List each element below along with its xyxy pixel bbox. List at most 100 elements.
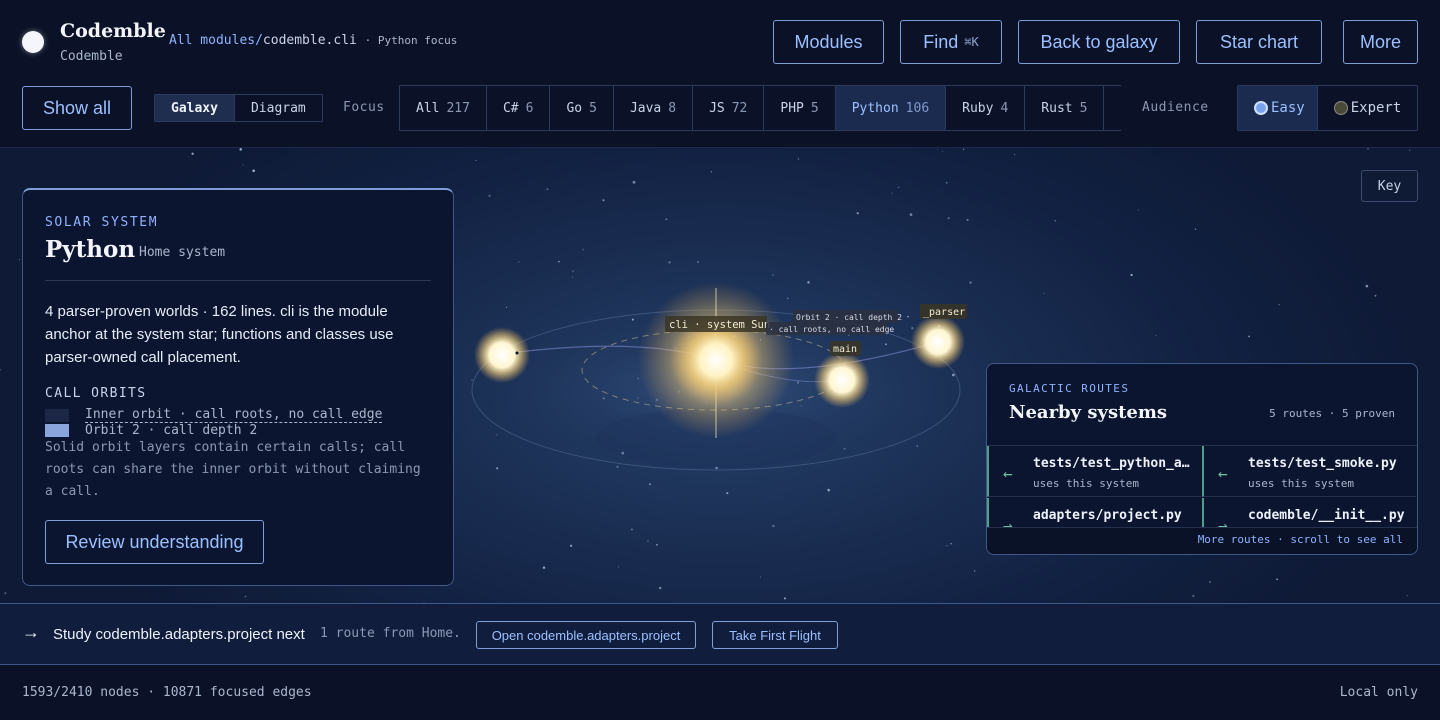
show-all-button[interactable]: Show all xyxy=(22,86,132,130)
star xyxy=(617,566,620,568)
top-header: Codemble Codemble All modules/codemble.c… xyxy=(0,0,1440,84)
inner-orbit-label: · call roots, no call edge xyxy=(769,325,894,334)
lang-tab-count: 5 xyxy=(810,100,819,116)
review-understanding-button[interactable]: Review understanding xyxy=(45,520,264,564)
logo-icon[interactable] xyxy=(22,31,44,53)
audience-expert-option[interactable]: Expert xyxy=(1316,86,1414,130)
star xyxy=(974,570,976,572)
lang-tab-all[interactable]: All 217 xyxy=(400,86,487,130)
legend-swatch xyxy=(45,423,69,437)
lang-tab-name: Java xyxy=(629,100,662,116)
star xyxy=(726,492,729,495)
app-subtitle: Codemble xyxy=(60,49,123,64)
star xyxy=(0,368,2,371)
star xyxy=(582,248,584,251)
star xyxy=(632,180,636,184)
route-item[interactable]: ← tests/test_python_adapter.py uses this… xyxy=(987,446,1201,497)
inner-orbit-label-tag: · call roots, no call edge xyxy=(766,322,894,335)
breadcrumb-separator: / xyxy=(255,33,263,48)
star xyxy=(569,544,573,547)
lang-tab-count: 72 xyxy=(731,100,748,116)
lang-tab-ruby[interactable]: Ruby 4 xyxy=(946,86,1026,130)
route-item[interactable]: ← tests/test_smoke.py uses this system xyxy=(1202,446,1416,497)
star xyxy=(572,270,575,273)
star xyxy=(772,524,775,528)
find-shortcut: ⌘K xyxy=(964,35,979,49)
star xyxy=(1137,209,1140,211)
star xyxy=(772,274,774,276)
star xyxy=(962,148,965,150)
star xyxy=(1248,335,1250,338)
galaxy-canvas[interactable]: cli · system Sun main _parser Orbit 2 · … xyxy=(0,148,1440,603)
star xyxy=(1367,148,1369,150)
legend-orbit-2: Orbit 2 · call depth 2 xyxy=(45,423,257,438)
legend-inner-orbit: Inner orbit · call roots, no call edge xyxy=(45,407,383,423)
lang-tab-name: All xyxy=(416,100,440,116)
star xyxy=(783,597,786,600)
star xyxy=(827,488,831,492)
lang-tab-go[interactable]: Go 5 xyxy=(550,86,614,130)
parser-label-tag: _parser xyxy=(920,304,967,319)
open-module-button[interactable]: Open codemble.adapters.project xyxy=(476,621,696,649)
lang-tab-js[interactable]: JS 72 xyxy=(693,86,765,130)
star xyxy=(907,315,909,318)
breadcrumb-all-modules-link[interactable]: All modules xyxy=(169,33,255,48)
galactic-routes-panel: GALACTIC ROUTES Nearby systems 5 routes … xyxy=(986,363,1418,555)
find-button[interactable]: Find ⌘K xyxy=(900,20,1002,64)
star xyxy=(244,595,247,598)
more-button[interactable]: More xyxy=(1343,20,1418,64)
planet-world[interactable] xyxy=(474,327,530,383)
lang-tab-java[interactable]: Java 8 xyxy=(614,86,694,130)
lang-tab-count: 4 xyxy=(1000,100,1009,116)
route-item[interactable]: → adapters/project.py xyxy=(987,498,1201,527)
star xyxy=(649,483,651,486)
star xyxy=(546,188,549,191)
planet-parser[interactable] xyxy=(911,315,965,369)
audience-toggle: Easy Expert xyxy=(1237,85,1418,131)
lang-tab-rust[interactable]: Rust 5 xyxy=(1025,86,1105,130)
star xyxy=(1276,578,1278,581)
lang-tab-python[interactable]: Python 106 xyxy=(835,86,947,130)
arrow-right-icon: → xyxy=(1218,516,1228,527)
take-first-flight-button[interactable]: Take First Flight xyxy=(712,621,838,649)
more-routes-link[interactable]: More routes · scroll to see all xyxy=(987,527,1417,554)
view-diagram-tab[interactable]: Diagram xyxy=(233,95,322,121)
lang-tab-count: 5 xyxy=(1079,100,1088,116)
route-name: tests/test_python_adapter.py xyxy=(1033,456,1193,471)
modules-button[interactable]: Modules xyxy=(773,20,884,64)
lang-tab-name: Go xyxy=(566,100,583,116)
solar-system-panel: SOLAR SYSTEM Python Home system 4 parser… xyxy=(22,188,454,586)
lang-tab-php[interactable]: PHP 5 xyxy=(764,86,836,130)
planet-marker xyxy=(515,351,519,355)
filter-bar: Show all Galaxy Diagram Focus All 217 C# 6… xyxy=(0,84,1440,148)
star xyxy=(1155,334,1157,337)
star-chart-button[interactable]: Star chart xyxy=(1196,20,1322,64)
view-galaxy-tab[interactable]: Galaxy xyxy=(155,95,234,121)
lang-tab-csharp[interactable]: C# 6 xyxy=(487,86,551,130)
panel-title: Nearby systems xyxy=(1009,402,1168,423)
sun-label: cli · system Sun xyxy=(669,319,770,331)
call-orbits-heading: CALL ORBITS xyxy=(45,386,147,401)
star xyxy=(18,258,21,261)
lang-tab-name: Rust xyxy=(1041,100,1073,116)
arrow-left-icon: ← xyxy=(1218,464,1228,483)
next-step-bar: → Study codemble.adapters.project next 1… xyxy=(0,603,1440,665)
routes-list[interactable]: ← tests/test_python_adapter.py uses this… xyxy=(987,445,1417,527)
audience-easy-option[interactable]: Easy xyxy=(1238,86,1317,130)
legend-label: Inner orbit · call roots, no call edge xyxy=(85,407,383,423)
lang-tab-count: 217 xyxy=(446,100,470,116)
star xyxy=(658,586,662,590)
star xyxy=(518,261,520,263)
key-button[interactable]: Key xyxy=(1361,170,1418,202)
star xyxy=(558,260,560,263)
breadcrumb-focus: · Python focus xyxy=(364,34,458,47)
route-name: adapters/project.py xyxy=(1033,508,1182,523)
route-item[interactable]: → codemble/__init__.py xyxy=(1202,498,1416,527)
lang-tab-count: 106 xyxy=(905,100,930,116)
back-to-galaxy-button[interactable]: Back to galaxy xyxy=(1018,20,1180,64)
lang-tab-count: 8 xyxy=(668,100,677,116)
lang-tab-name: Python xyxy=(851,100,899,116)
planet-main[interactable] xyxy=(814,352,870,408)
lang-tab-name: PHP xyxy=(780,100,804,116)
star xyxy=(252,169,256,173)
